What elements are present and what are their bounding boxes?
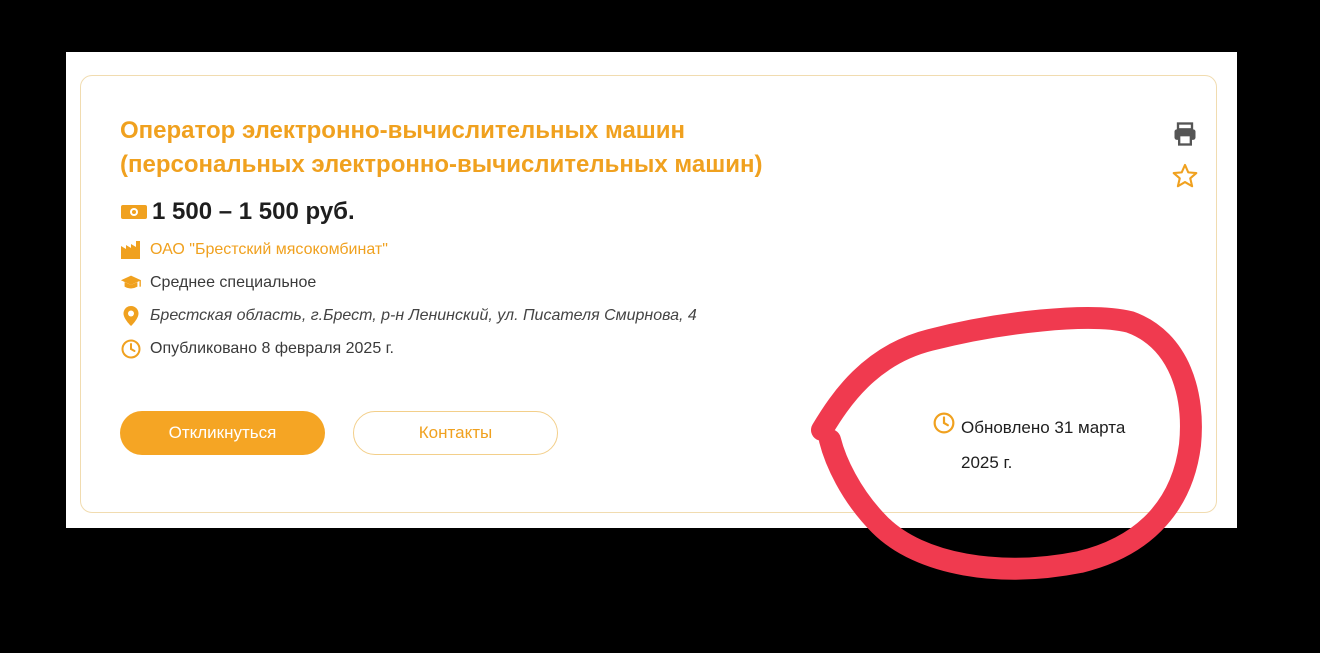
money-icon [120,202,148,222]
location-pin-icon [120,305,142,327]
vacancy-card: Оператор электронно-вычислительных машин… [80,75,1217,513]
education-row: Среднее специальное [120,272,316,294]
clock-icon [120,338,142,360]
address-text: Брестская область, г.Брест, р-н Ленински… [150,307,697,324]
updated-date: Обновлено 31 марта 2025 г. [933,411,1163,480]
star-icon[interactable] [1171,162,1199,195]
vacancy-title[interactable]: Оператор электронно-вычислительных машин… [120,114,880,182]
updated-line-2: 2025 г. [961,452,1013,472]
updated-line-1: Обновлено 31 марта [961,418,1126,437]
page: Оператор электронно-вычислительных машин… [66,52,1237,528]
company-name[interactable]: ОАО "Брестский мясокомбинат" [150,241,388,259]
salary: 1 500 – 1 500 руб. [120,198,355,226]
contacts-button[interactable]: Контакты [353,411,558,455]
clock-icon [933,412,955,446]
published-row: Опубликовано 8 февраля 2025 г. [120,338,394,360]
factory-icon [120,239,142,261]
respond-button[interactable]: Откликнуться [120,411,325,455]
printer-icon[interactable] [1171,120,1199,153]
published-date: Опубликовано 8 февраля 2025 г. [150,340,394,357]
graduation-cap-icon [120,272,142,294]
salary-value: 1 500 – 1 500 руб. [152,198,355,225]
education-level: Среднее специальное [150,274,317,291]
vacancy-title-line-1[interactable]: Оператор электронно-вычислительных машин [120,114,880,148]
vacancy-title-line-2[interactable]: (персональных электронно-вычислительных … [120,148,880,182]
address-row: Брестская область, г.Брест, р-н Ленински… [120,305,697,327]
company-row[interactable]: ОАО "Брестский мясокомбинат" [120,239,388,261]
